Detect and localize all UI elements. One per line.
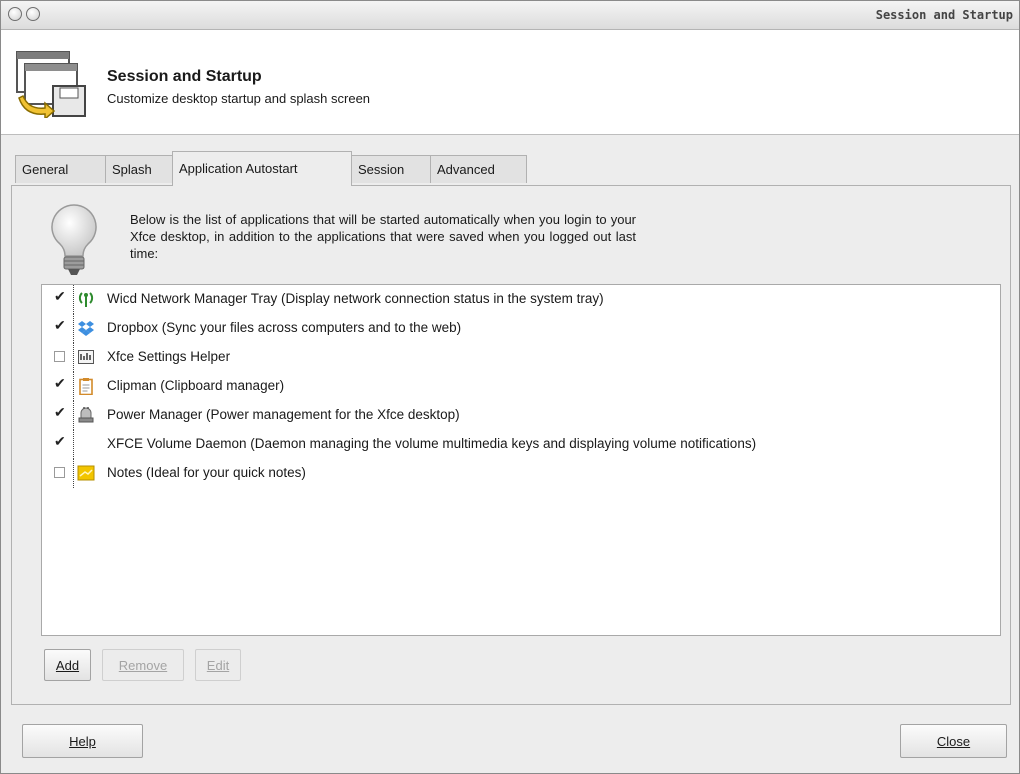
title-bar[interactable]: Session and Startup: [1, 1, 1019, 30]
tree-line: [73, 285, 74, 314]
session-startup-window: Session and Startup Session and Startup …: [0, 0, 1020, 774]
tree-line: [73, 459, 74, 488]
settings-helper-icon: [78, 350, 94, 364]
list-item-label: Power Manager (Power management for the …: [107, 407, 460, 422]
list-item-label: Wicd Network Manager Tray (Display netwo…: [107, 291, 604, 306]
lightbulb-icon: [51, 204, 97, 275]
checkbox-unchecked[interactable]: [54, 467, 65, 478]
checkbox-unchecked[interactable]: [54, 351, 65, 362]
window-maximize-button[interactable]: [26, 7, 40, 21]
list-item[interactable]: Xfce Settings Helper: [42, 343, 1000, 372]
list-item[interactable]: ✔ XFCE Volume Daemon (Daemon managing th…: [42, 430, 1000, 459]
dropbox-icon: [78, 321, 94, 336]
close-button-label: Close: [936, 733, 971, 749]
tree-line: [73, 343, 74, 372]
add-button-label: Add: [55, 657, 80, 673]
checkbox-checked[interactable]: ✔: [54, 288, 66, 304]
checkbox-checked[interactable]: ✔: [54, 433, 66, 449]
tab-splash-label: Splash: [112, 162, 152, 177]
list-item[interactable]: ✔ Wicd Network Manager Tray (Display net…: [42, 285, 1000, 314]
edit-button-label: Edit: [206, 657, 230, 673]
window-close-button[interactable]: [8, 7, 22, 21]
add-button[interactable]: Add: [44, 649, 91, 681]
list-item-label: Notes (Ideal for your quick notes): [107, 465, 306, 480]
tree-line: [73, 314, 74, 343]
notes-icon: [77, 465, 95, 481]
tab-session[interactable]: Session: [351, 155, 431, 183]
tab-advanced[interactable]: Advanced: [430, 155, 527, 183]
wicd-antenna-icon: [78, 292, 94, 307]
power-plug-icon: [78, 407, 94, 423]
remove-button[interactable]: Remove: [102, 649, 184, 681]
help-button-label: Help: [69, 733, 96, 749]
tree-line: [73, 372, 74, 401]
list-item-label: Clipman (Clipboard manager): [107, 378, 285, 393]
tab-application-autostart[interactable]: Application Autostart: [172, 151, 352, 186]
list-item-label: Xfce Settings Helper: [107, 349, 231, 364]
edit-button[interactable]: Edit: [195, 649, 241, 681]
tab-autostart-label: Application Autostart: [179, 161, 298, 176]
tab-general-label: General: [22, 162, 69, 177]
checkbox-checked[interactable]: ✔: [54, 375, 66, 391]
session-startup-icon: [16, 51, 86, 118]
remove-button-label: Remove: [118, 657, 168, 673]
clipboard-icon: [79, 378, 93, 395]
list-item[interactable]: ✔ Dropbox (Sync your files across comput…: [42, 314, 1000, 343]
autostart-description: Below is the list of applications that w…: [130, 212, 636, 261]
list-item-label: Dropbox (Sync your files across computer…: [107, 320, 462, 335]
checkbox-checked[interactable]: ✔: [54, 317, 66, 333]
list-item[interactable]: ✔ Power Manager (Power management for th…: [42, 401, 1000, 430]
list-item-label: XFCE Volume Daemon (Daemon managing the …: [107, 436, 757, 451]
tab-advanced-label: Advanced: [437, 162, 495, 177]
dialog-header: Session and Startup Customize desktop st…: [1, 30, 1019, 135]
header-title: Session and Startup: [107, 68, 262, 85]
list-item[interactable]: ✔ Clipman (Clipboard manager): [42, 372, 1000, 401]
autostart-application-list[interactable]: ✔ Wicd Network Manager Tray (Display net…: [41, 284, 1001, 636]
window-title: Session and Startup: [875, 8, 1013, 22]
tree-line: [73, 430, 74, 459]
checkbox-checked[interactable]: ✔: [54, 404, 66, 420]
tab-splash[interactable]: Splash: [105, 155, 173, 183]
help-button[interactable]: Help: [22, 724, 143, 758]
tree-line: [73, 401, 74, 430]
close-button[interactable]: Close: [900, 724, 1007, 758]
tab-session-label: Session: [358, 162, 405, 177]
tab-general[interactable]: General: [15, 155, 106, 183]
list-item[interactable]: Notes (Ideal for your quick notes): [42, 459, 1000, 488]
header-subtitle: Customize desktop startup and splash scr…: [107, 91, 371, 106]
